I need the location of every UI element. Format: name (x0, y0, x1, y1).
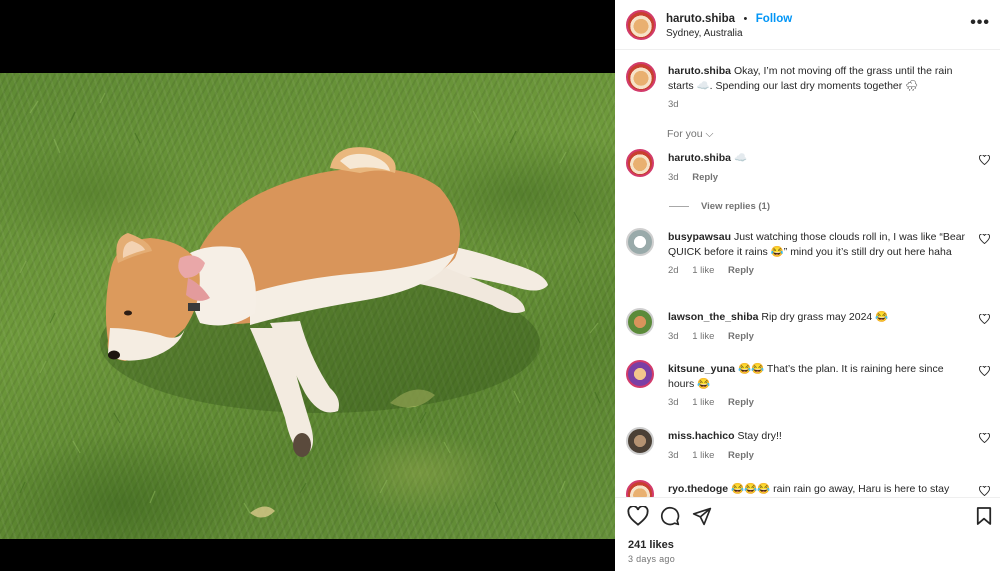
comment-like-heart-icon[interactable] (979, 433, 990, 443)
comment-body: busypawsau Just watching those clouds ro… (668, 230, 968, 279)
reply-button[interactable]: Reply (728, 265, 754, 276)
comment-body: kitsune_yuna 😂😂 That’s the plan. It is r… (668, 362, 968, 411)
comment-meta: 3d 1 like Reply (668, 449, 968, 464)
commenter-avatar[interactable] (626, 480, 654, 497)
reply-button[interactable]: Reply (728, 331, 754, 342)
comment-likes[interactable]: 1 like (692, 450, 714, 461)
reply-button[interactable]: Reply (692, 172, 718, 183)
comment-username[interactable]: haruto.shiba (668, 152, 731, 164)
replies-line (669, 206, 689, 207)
post-photo (0, 73, 615, 539)
comment-like-heart-icon[interactable] (979, 234, 990, 244)
more-options-icon[interactable]: ••• (970, 14, 990, 32)
comment-age: 3d (668, 449, 679, 461)
comment-body: ryo.thedoge 😂😂😂 rain rain go away, Haru … (668, 482, 968, 497)
comment-body: miss.hachico Stay dry!! 3d 1 like Reply (668, 429, 968, 463)
comment-meta: 2d 1 like Reply (668, 264, 968, 279)
comment-like-heart-icon[interactable] (979, 155, 990, 165)
commenter-avatar[interactable] (626, 360, 654, 388)
commenter-avatar[interactable] (626, 427, 654, 455)
post-header: haruto.shiba • Follow Sydney, Australia … (615, 0, 1000, 50)
post-timestamp: 3 days ago (628, 554, 676, 564)
post-media (0, 0, 615, 571)
comment-like-heart-icon[interactable] (979, 314, 990, 324)
comments-section[interactable]: haruto.shiba Okay, I’m not moving off th… (615, 50, 1000, 497)
follow-button[interactable]: Follow (756, 13, 792, 25)
comment-age: 3d (668, 171, 679, 183)
author-info: haruto.shiba • Follow Sydney, Australia (666, 8, 792, 41)
comment-age: 3d (668, 397, 679, 408)
commenter-avatar[interactable] (626, 228, 654, 256)
comment-sort-dropdown[interactable]: For you ⌵ (667, 128, 713, 141)
post-actions-bar: 241 likes 3 days ago (615, 497, 1000, 571)
view-replies-label: View replies (1) (701, 201, 770, 212)
author-avatar[interactable] (626, 9, 656, 40)
caption-body: haruto.shiba Okay, I’m not moving off th… (668, 64, 980, 113)
comment-age: 3d (668, 330, 679, 342)
comment-username[interactable]: miss.hachico (668, 430, 735, 442)
caption-username[interactable]: haruto.shiba (668, 65, 731, 77)
author-username[interactable]: haruto.shiba (666, 13, 735, 25)
comment-like-heart-icon[interactable] (979, 366, 990, 376)
reply-button[interactable]: Reply (728, 397, 754, 408)
comment-likes[interactable]: 1 like (692, 265, 714, 276)
view-replies-button[interactable]: View replies (1) (669, 201, 770, 212)
caption-meta: 3d (668, 98, 980, 113)
header-separator: • (743, 13, 748, 26)
post-location[interactable]: Sydney, Australia (666, 28, 792, 41)
comment-username[interactable]: busypawsau (668, 231, 731, 243)
caption-avatar[interactable] (626, 62, 656, 92)
comment-meta: 3d 1 like Reply (668, 396, 968, 411)
comment-text: Stay dry!! (737, 430, 782, 442)
reply-button[interactable]: Reply (728, 450, 754, 461)
comment-username[interactable]: ryo.thedoge (668, 483, 728, 495)
caption-age: 3d (668, 99, 679, 110)
comment-username[interactable]: lawson_the_shiba (668, 311, 758, 323)
comment-text: 😂😂😂 rain rain go away, Haru is here to s… (731, 483, 950, 495)
commenter-avatar[interactable] (626, 149, 654, 177)
comment-icon[interactable] (660, 506, 680, 526)
comment-text: ☁️ (733, 152, 748, 164)
comment-meta: 3d Reply (668, 171, 968, 186)
comment-text: Rip dry grass may 2024 😂 (761, 311, 889, 323)
heart-icon[interactable] (627, 506, 649, 526)
comment-likes[interactable]: 1 like (692, 397, 714, 408)
comment-age: 2d (668, 265, 679, 276)
shiba-dog-image (19, 92, 601, 518)
comment-body: lawson_the_shiba Rip dry grass may 2024 … (668, 310, 968, 344)
share-icon[interactable] (692, 506, 712, 526)
comment-meta: 3d 1 like Reply (668, 330, 968, 345)
post-detail-panel: haruto.shiba • Follow Sydney, Australia … (615, 0, 1000, 571)
comment-body: haruto.shiba ☁️ 3d Reply (668, 151, 968, 185)
comment-like-heart-icon[interactable] (979, 486, 990, 496)
bookmark-icon[interactable] (976, 506, 992, 526)
comment-likes[interactable]: 1 like (692, 331, 714, 342)
commenter-avatar[interactable] (626, 308, 654, 336)
likes-count[interactable]: 241 likes (628, 539, 674, 551)
comment-username[interactable]: kitsune_yuna (668, 363, 735, 375)
